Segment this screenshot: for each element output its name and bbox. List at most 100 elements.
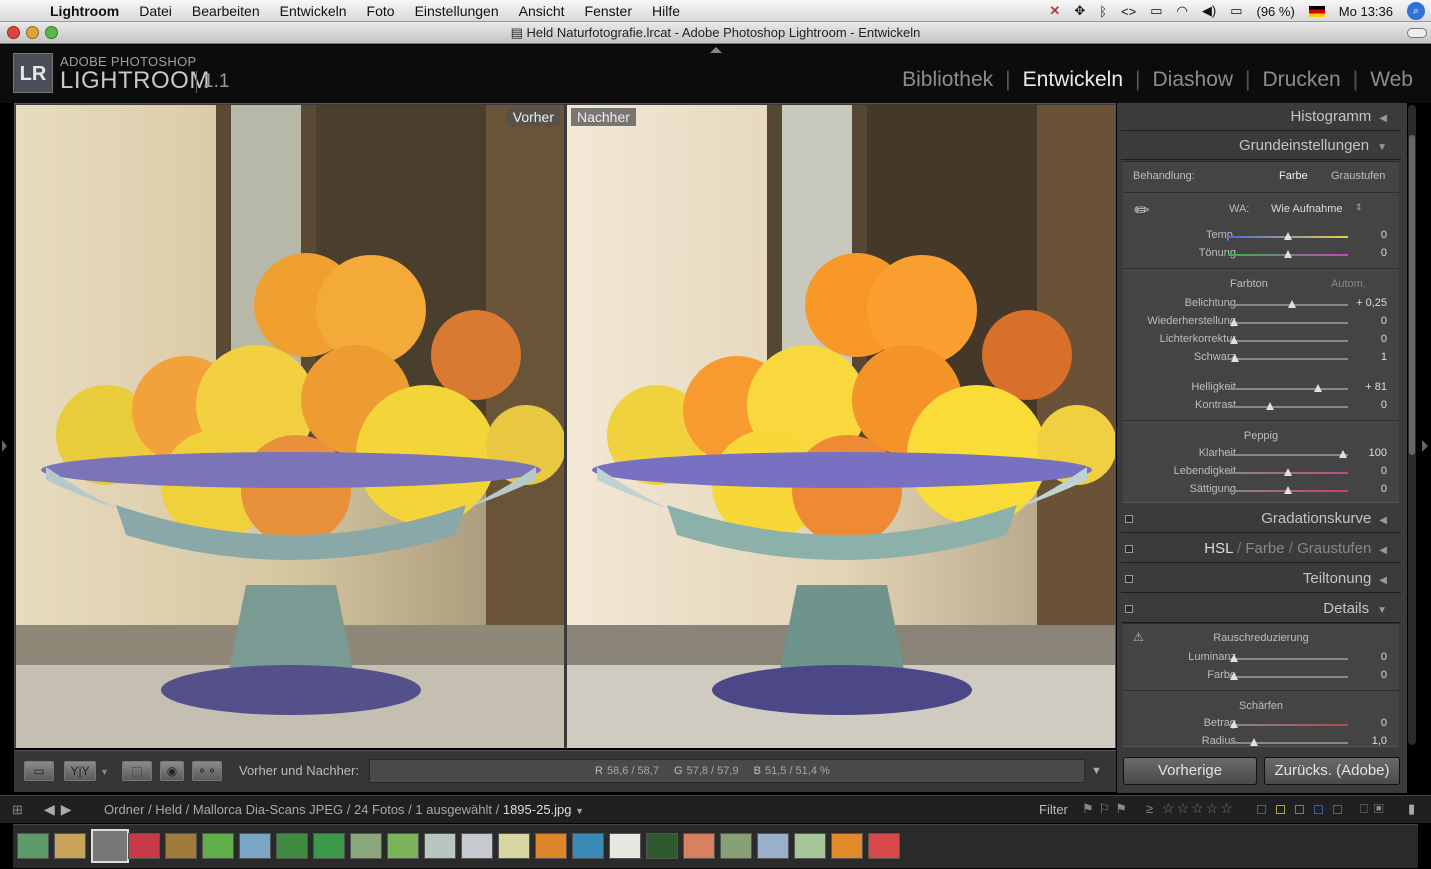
panel-header-details[interactable]: Details ▼ bbox=[1121, 595, 1401, 623]
panel-header-gradationskurve[interactable]: Gradationskurve ◀ bbox=[1121, 505, 1401, 533]
slider-kontrast[interactable]: Kontrast 0 bbox=[1123, 398, 1399, 414]
color-label-purple[interactable] bbox=[1333, 805, 1342, 814]
slider-value[interactable]: 0 bbox=[1381, 315, 1387, 327]
module-bibliothek[interactable]: Bibliothek bbox=[902, 68, 993, 92]
menu-fenster[interactable]: Fenster bbox=[575, 3, 642, 19]
filmstrip-thumbnail[interactable] bbox=[239, 833, 271, 859]
slider-track[interactable] bbox=[1228, 322, 1348, 324]
panel-header-teiltonung[interactable]: Teiltonung ◀ bbox=[1121, 565, 1401, 593]
before-after-dropdown-icon[interactable]: ▼ bbox=[100, 767, 109, 777]
color-label-yellow[interactable] bbox=[1276, 805, 1285, 814]
menu-app-name[interactable]: Lightroom bbox=[40, 3, 129, 19]
slider-helligkeit[interactable]: Helligkeit + 81 bbox=[1123, 380, 1399, 396]
slider-track[interactable] bbox=[1228, 658, 1348, 660]
slider-value[interactable]: 0 bbox=[1381, 483, 1387, 495]
slider-knob[interactable] bbox=[1230, 318, 1238, 326]
panel-header-grundeinstellungen[interactable]: Grundeinstellungen ▼ bbox=[1121, 132, 1401, 160]
spotlight-icon[interactable]: ⌕ bbox=[1407, 2, 1425, 20]
after-photo[interactable]: Nachher bbox=[567, 105, 1115, 748]
module-web[interactable]: Web bbox=[1370, 68, 1413, 92]
slider-value[interactable]: 0 bbox=[1381, 399, 1387, 411]
menu-hilfe[interactable]: Hilfe bbox=[642, 3, 690, 19]
module-drucken[interactable]: Drucken bbox=[1263, 68, 1341, 92]
back-arrow-icon[interactable]: ◀ bbox=[44, 801, 61, 817]
slider-toenung[interactable]: Tönung 0 bbox=[1123, 246, 1399, 262]
filmstrip-toggle-icon[interactable]: ▮ bbox=[1408, 801, 1415, 817]
left-panel-toggle-icon[interactable] bbox=[2, 440, 7, 452]
slider-track[interactable] bbox=[1228, 676, 1348, 678]
slider-track[interactable] bbox=[1228, 454, 1348, 456]
slider-temp[interactable]: Temp. 0 bbox=[1123, 228, 1399, 244]
slider-knob[interactable] bbox=[1230, 720, 1238, 728]
before-photo[interactable]: Vorher bbox=[16, 105, 564, 748]
filmstrip[interactable] bbox=[13, 824, 1418, 868]
filmstrip-thumbnail[interactable] bbox=[202, 833, 234, 859]
before-after-view-button[interactable]: Y|Y bbox=[64, 761, 96, 781]
slider-value[interactable]: 0 bbox=[1381, 333, 1387, 345]
color-label-red[interactable] bbox=[1257, 805, 1266, 814]
flag-filter-icons[interactable]: ⚑⚐⚑ bbox=[1082, 801, 1132, 817]
slider-track[interactable] bbox=[1228, 388, 1348, 390]
close-window-button[interactable] bbox=[7, 26, 20, 39]
display-icon[interactable]: ▭ bbox=[1150, 3, 1162, 19]
minimize-window-button[interactable] bbox=[26, 26, 39, 39]
slider-betrag[interactable]: Betrag 0 bbox=[1123, 716, 1399, 732]
scrollbar-thumb[interactable] bbox=[1409, 135, 1415, 455]
star-rating-filter[interactable]: ☆☆☆☆☆ bbox=[1162, 800, 1235, 817]
module-diashow[interactable]: Diashow bbox=[1153, 68, 1234, 92]
slider-knob[interactable] bbox=[1314, 384, 1322, 392]
slider-wiederherstellung[interactable]: Wiederherstellung 0 bbox=[1123, 314, 1399, 330]
slider-luminanz[interactable]: Luminanz 0 bbox=[1123, 650, 1399, 666]
slider-knob[interactable] bbox=[1250, 738, 1259, 746]
menu-datei[interactable]: Datei bbox=[129, 3, 182, 19]
rating-prefix[interactable]: ≥ bbox=[1146, 801, 1153, 816]
slider-value[interactable]: 0 bbox=[1381, 717, 1387, 729]
autom-button[interactable]: Autom. bbox=[1331, 278, 1366, 290]
top-panel-toggle-icon[interactable] bbox=[710, 47, 722, 53]
loupe-view-button[interactable]: ▭ bbox=[24, 761, 54, 781]
breadcrumb[interactable]: Ordner / Held / Mallorca Dia-Scans JPEG … bbox=[104, 802, 584, 817]
slider-saettigung[interactable]: Sättigung 0 bbox=[1123, 482, 1399, 498]
filmstrip-thumbnail[interactable] bbox=[757, 833, 789, 859]
wifi-icon[interactable]: ◠ bbox=[1177, 3, 1188, 19]
slider-schwarz[interactable]: Schwarz 1 bbox=[1123, 350, 1399, 366]
panel-switch-icon[interactable] bbox=[1125, 545, 1133, 553]
slider-knob[interactable] bbox=[1284, 250, 1292, 258]
reset-button[interactable]: Zurücks. (Adobe) bbox=[1264, 757, 1400, 785]
battery-icon[interactable]: ▭ bbox=[1230, 3, 1242, 19]
filmstrip-thumbnail[interactable] bbox=[720, 833, 752, 859]
slider-knob[interactable] bbox=[1231, 354, 1240, 362]
slider-knob[interactable] bbox=[1287, 300, 1296, 308]
wa-select[interactable]: Wie Aufnahme bbox=[1271, 203, 1343, 215]
module-entwickeln[interactable]: Entwickeln bbox=[1023, 68, 1123, 92]
menu-entwickeln[interactable]: Entwickeln bbox=[270, 3, 357, 19]
slider-value[interactable]: 0 bbox=[1381, 651, 1387, 663]
slider-lichterkorrektur[interactable]: Lichterkorrektur 0 bbox=[1123, 332, 1399, 348]
clock[interactable]: Mo 13:36 bbox=[1339, 4, 1393, 19]
color-label-green[interactable] bbox=[1295, 805, 1304, 814]
filmstrip-thumbnail[interactable] bbox=[387, 833, 419, 859]
zoom-window-button[interactable] bbox=[45, 26, 58, 39]
slider-klarheit[interactable]: Klarheit 100 bbox=[1123, 446, 1399, 462]
filmstrip-thumbnail[interactable] bbox=[17, 833, 49, 859]
filmstrip-thumbnail[interactable] bbox=[424, 833, 456, 859]
panel-header-histogramm[interactable]: Histogramm ◀ bbox=[1121, 103, 1401, 131]
filmstrip-thumbnail[interactable] bbox=[535, 833, 567, 859]
spaces-icon[interactable]: ✥ bbox=[1074, 3, 1085, 19]
right-panel-toggle-icon[interactable] bbox=[1422, 440, 1428, 452]
slider-value[interactable]: 1,0 bbox=[1372, 735, 1387, 747]
panel-switch-icon[interactable] bbox=[1125, 605, 1133, 613]
status-x-icon[interactable]: ✕ bbox=[1049, 3, 1060, 19]
slider-knob[interactable] bbox=[1284, 468, 1292, 476]
slider-track[interactable] bbox=[1228, 358, 1348, 360]
filmstrip-thumbnail[interactable] bbox=[350, 833, 382, 859]
grid-view-icon[interactable]: ⊞ bbox=[12, 802, 23, 818]
slider-lebendigkeit[interactable]: Lebendigkeit 0 bbox=[1123, 464, 1399, 480]
flag-icon[interactable] bbox=[1308, 5, 1325, 17]
battery-percent[interactable]: (96 %) bbox=[1257, 4, 1295, 19]
menu-foto[interactable]: Foto bbox=[357, 3, 405, 19]
panel-header-hsl[interactable]: HSL / Farbe / Graustufen ◀ bbox=[1121, 535, 1401, 563]
slider-knob[interactable] bbox=[1266, 402, 1274, 410]
red-eye-tool-button[interactable]: ◉ bbox=[160, 761, 184, 781]
slider-knob[interactable] bbox=[1230, 672, 1238, 680]
